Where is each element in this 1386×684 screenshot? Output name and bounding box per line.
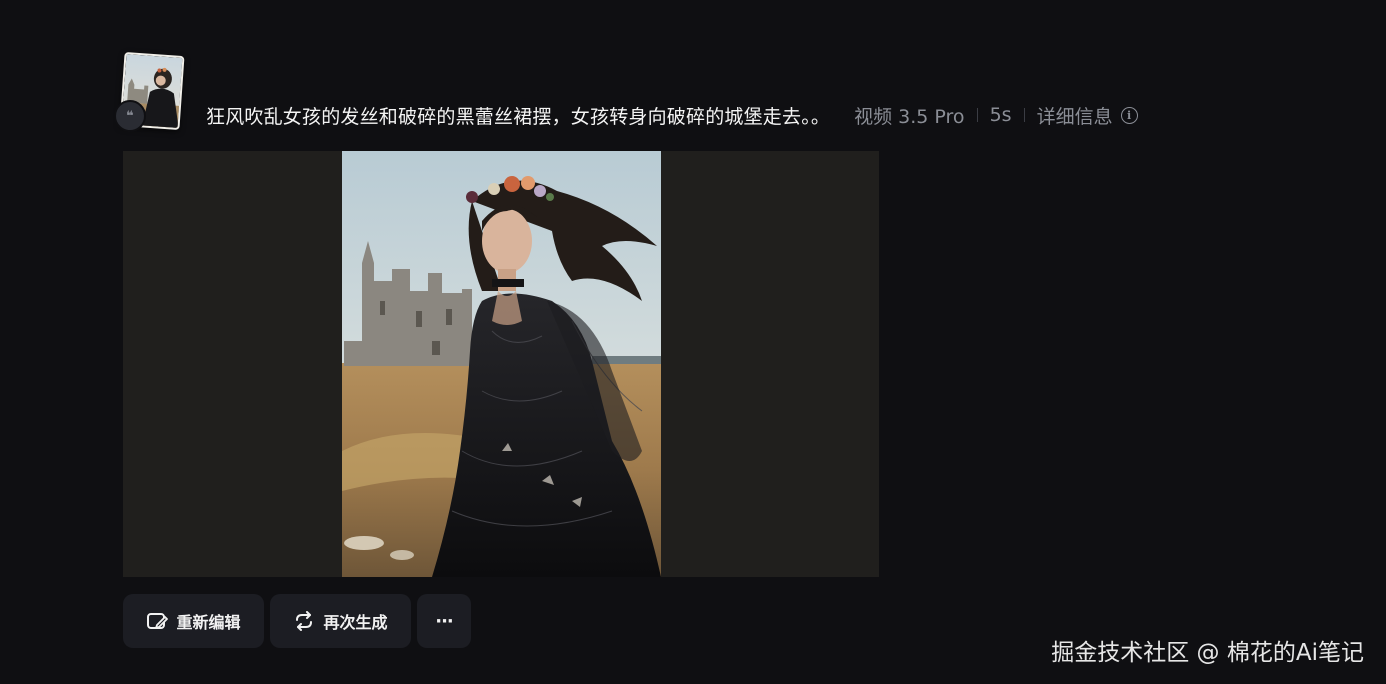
generation-meta: 视频 3.5 Pro 5s 详细信息 i: [854, 102, 1138, 129]
video-preview[interactable]: [123, 151, 879, 577]
more-options-button[interactable]: ···: [417, 594, 471, 648]
regenerate-icon: [296, 611, 313, 631]
quote-icon: ❝: [114, 100, 146, 132]
generation-card: ❝ 狂风吹乱女孩的发丝和破碎的黑蕾丝裙摆，女孩转身向破碎的城堡走去。。 视频 3…: [0, 0, 1386, 684]
regenerate-button[interactable]: 再次生成: [270, 594, 411, 648]
info-icon[interactable]: i: [1120, 106, 1138, 124]
regenerate-label: 再次生成: [323, 613, 388, 632]
re-edit-button[interactable]: 重新编辑: [123, 594, 264, 648]
model-label: 视频 3.5 Pro: [854, 105, 965, 128]
watermark-text: 掘金技术社区 @ 棉花的Ai笔记: [1051, 640, 1364, 666]
prompt-text: 狂风吹乱女孩的发丝和破碎的黑蕾丝裙摆，女孩转身向破碎的城堡走去。。: [206, 105, 831, 128]
meta-divider: [1023, 108, 1025, 122]
generated-image: [342, 151, 661, 577]
prompt-row: 狂风吹乱女孩的发丝和破碎的黑蕾丝裙摆，女孩转身向破碎的城堡走去。。 视频 3.5…: [206, 101, 1138, 129]
duration-label: 5s: [989, 104, 1012, 126]
meta-divider: [976, 108, 978, 122]
edit-icon: [147, 613, 169, 629]
re-edit-label: 重新编辑: [176, 613, 241, 632]
more-icon: ···: [435, 610, 453, 632]
details-link[interactable]: 详细信息: [1037, 102, 1113, 129]
